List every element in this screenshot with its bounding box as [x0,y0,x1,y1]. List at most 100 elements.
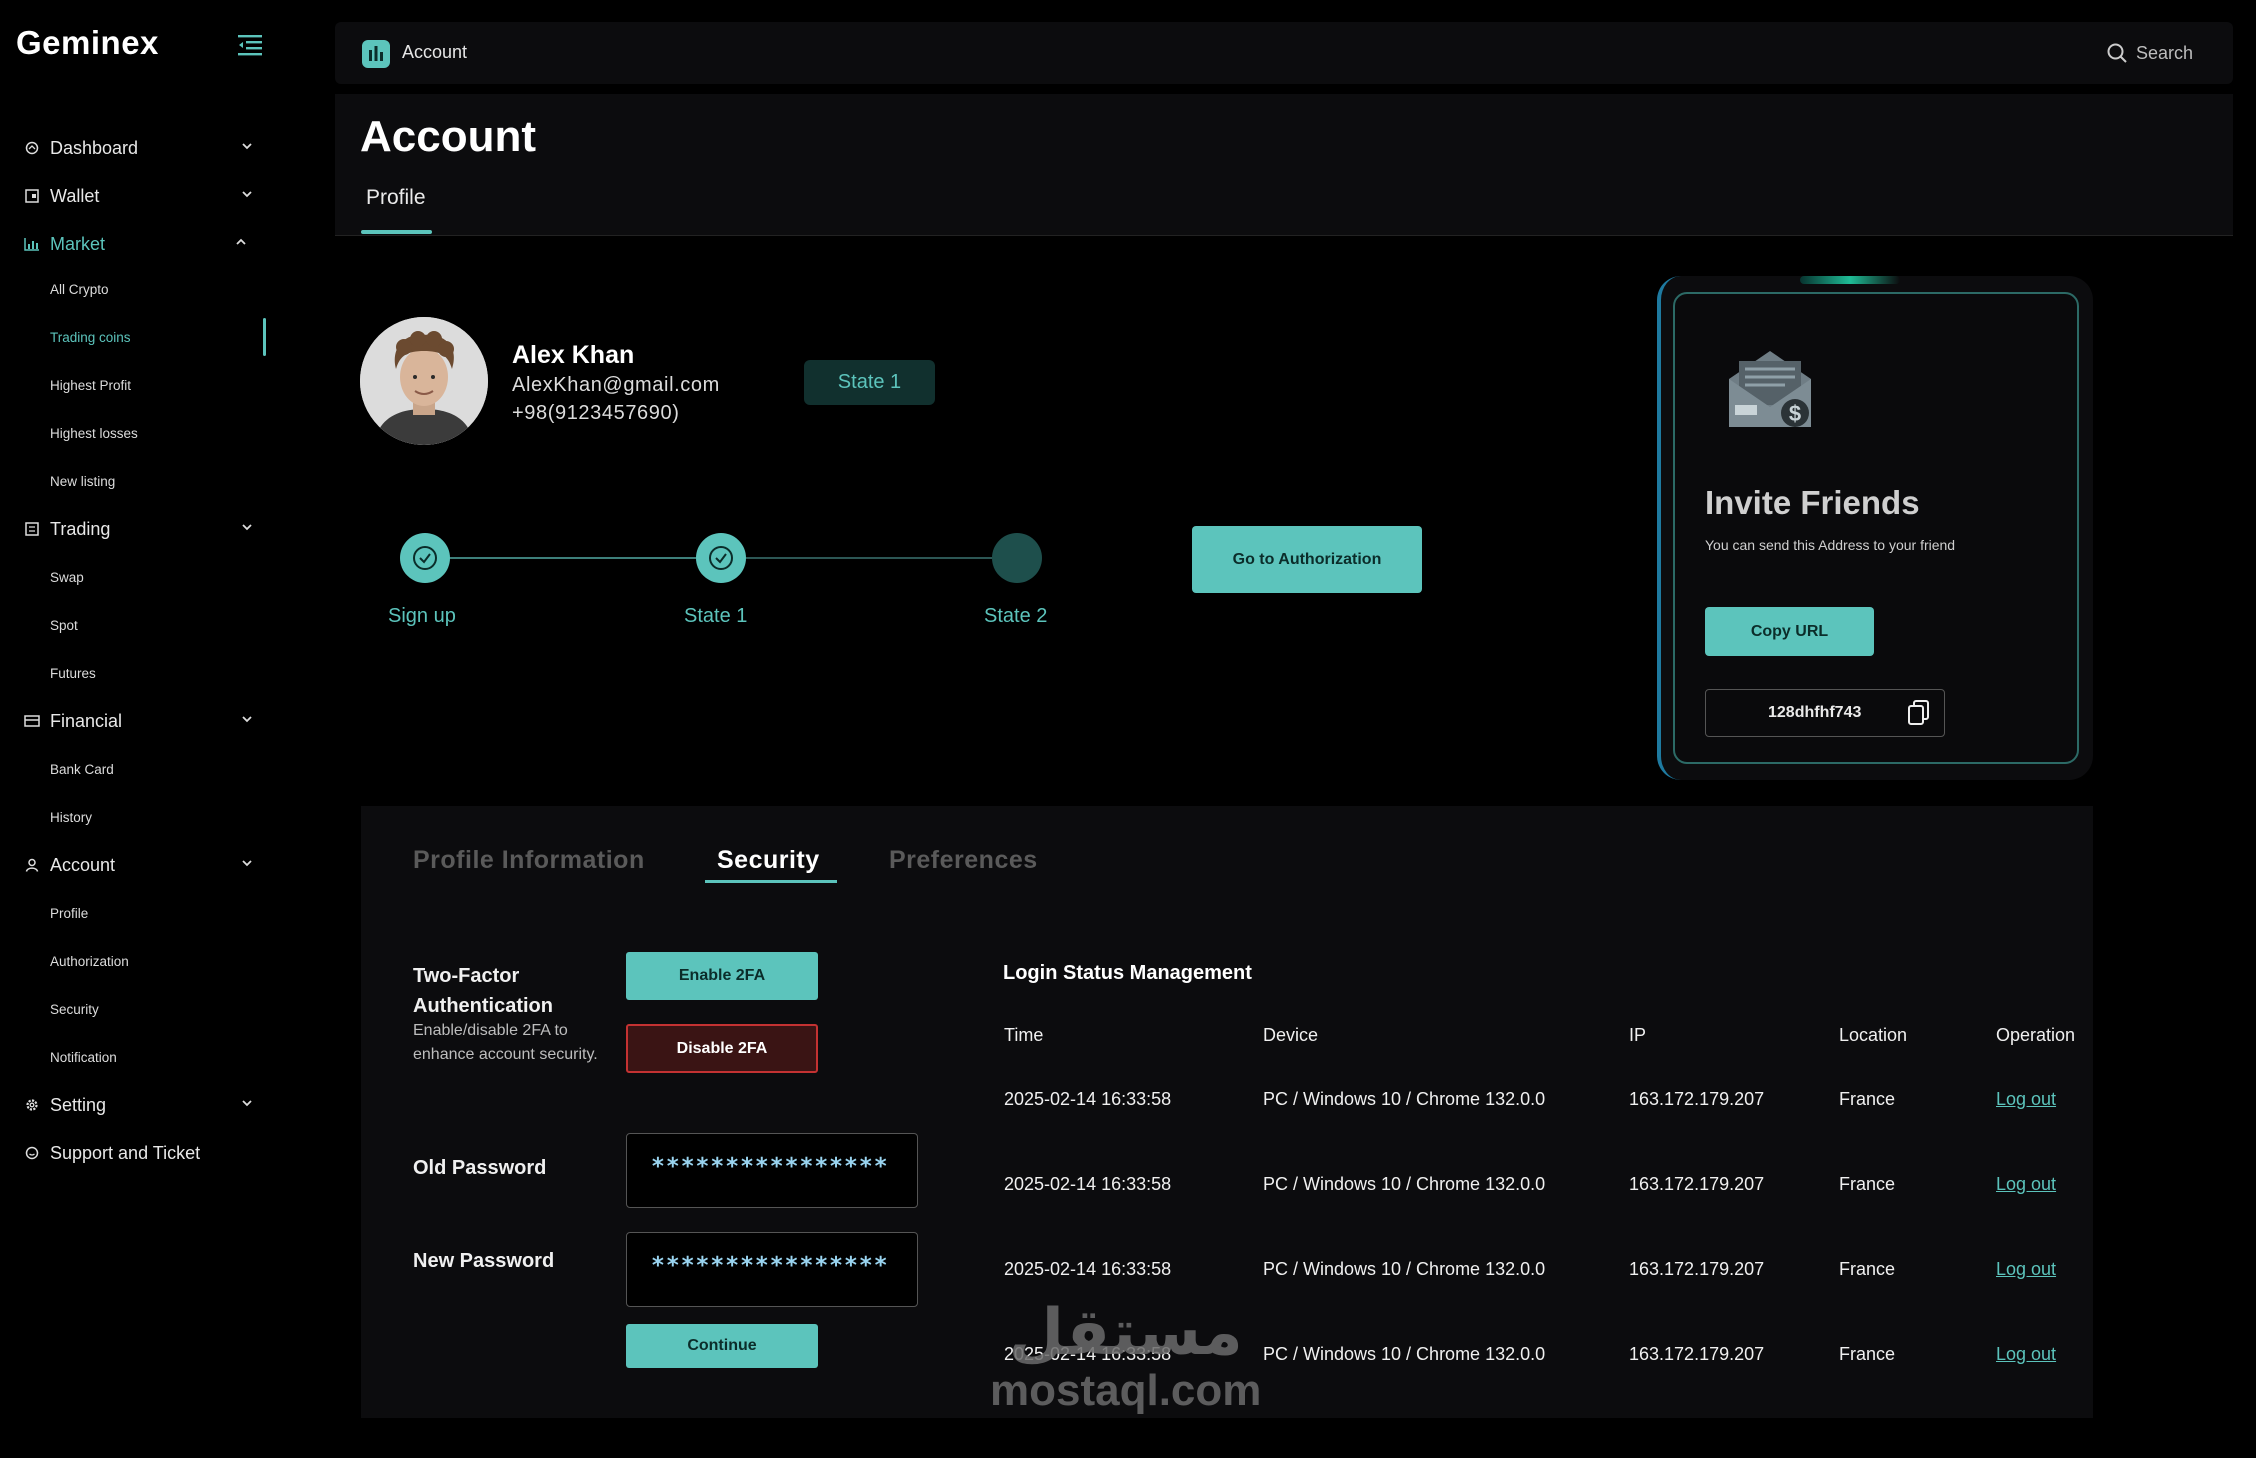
cell-location: France [1839,1089,1896,1109]
tab-underline [705,880,837,883]
go-to-authorization-button[interactable]: Go to Authorization [1192,526,1422,593]
log-out-link[interactable]: Log out [1996,1259,2056,1280]
two-factor-title: Two-Factor Authentication [413,965,553,1017]
sidebar-subitem-futures[interactable]: Futures [50,658,96,688]
support-icon [24,1145,40,1161]
cell-time: 2025-02-14 16:33:58 [1004,1174,1172,1194]
watermark-arabic: مستقل [1008,1296,1243,1370]
search-button[interactable]: Search [2106,42,2193,64]
chevron-down-icon [242,524,252,531]
sidebar-item-label: Account [50,854,116,875]
gear-icon [24,1097,40,1113]
active-indicator [263,318,266,356]
page-header [335,94,2233,236]
progress-line [721,557,992,559]
user-icon [24,857,40,873]
sidebar-subitem-spot[interactable]: Spot [50,610,78,640]
column-header-operation: Operation [1996,1025,2076,1045]
collapse-menu-icon[interactable] [238,34,266,56]
copy-icon[interactable] [1908,700,1930,726]
tab-underline [361,230,432,234]
two-factor-description: Enable/disable 2FA to enhance account se… [413,1022,598,1063]
cell-location: France [1839,1259,1896,1279]
enable-2fa-button[interactable]: Enable 2FA [626,952,818,1000]
watermark: مستقل mostaql.com [990,1298,1261,1414]
sidebar-subitem-authorization[interactable]: Authorization [50,946,129,976]
step-label: State 1 [684,605,748,627]
continue-button[interactable]: Continue [626,1324,818,1368]
card-icon [24,713,40,729]
chevron-down-icon [242,716,252,723]
chevron-up-icon [236,238,246,245]
cell-device: PC / Windows 10 / Chrome 132.0.0 [1263,1259,1546,1279]
cell-time: 2025-02-14 16:33:58 [1004,1089,1172,1109]
cell-device: PC / Windows 10 / Chrome 132.0.0 [1263,1174,1546,1194]
cell-time: 2025-02-14 16:33:58 [1004,1259,1172,1279]
cell-ip: 163.172.179.207 [1629,1344,1765,1364]
sidebar-item-market[interactable]: Market [24,224,264,264]
step-state-2 [992,533,1042,583]
sidebar-subitem-notification[interactable]: Notification [50,1042,117,1072]
cell-ip: 163.172.179.207 [1629,1174,1765,1194]
sidebar-item-trading[interactable]: Trading [24,509,264,549]
sidebar-subitem-all-crypto[interactable]: All Crypto [50,274,109,304]
sidebar-subitem-history[interactable]: History [50,802,92,832]
invite-title: Invite Friends [1705,484,1920,521]
sidebar-item-setting[interactable]: Setting [24,1085,264,1125]
column-header-time: Time [1004,1025,1044,1045]
sidebar-item-support[interactable]: Support and Ticket [24,1133,264,1173]
sidebar-subitem-security[interactable]: Security [50,994,99,1024]
avatar [360,317,488,445]
check-circle-icon [413,546,437,570]
column-header-ip: IP [1629,1025,1647,1045]
login-status-title: Login Status Management [1003,962,1252,984]
step-state-1 [696,533,746,583]
invite-subtitle: You can send this Address to your friend [1705,537,1956,553]
new-password-field[interactable]: **************** [626,1232,918,1307]
old-password-field[interactable]: **************** [626,1133,918,1208]
sidebar-subitem-bank-card[interactable]: Bank Card [50,754,114,784]
search-label: Search [2136,42,2194,63]
app-logo: Geminex [16,24,159,61]
log-out-link[interactable]: Log out [1996,1089,2056,1110]
sidebar-item-label: Wallet [50,185,100,206]
user-phone: +98(9123457690) [512,402,680,424]
log-out-link[interactable]: Log out [1996,1174,2056,1195]
state-badge: State 1 [804,360,935,405]
sidebar-subitem-swap[interactable]: Swap [50,562,84,592]
watermark-latin: mostaql.com [990,1366,1262,1415]
invite-card-accent [1800,276,1900,284]
trading-icon [24,521,40,537]
table-row: 2025-02-14 16:33:58 PC / Windows 10 / Ch… [1004,1089,2084,1115]
sidebar-subitem-highest-losses[interactable]: Highest losses [50,418,138,448]
sidebar-item-label: Setting [50,1094,107,1115]
tab-security[interactable]: Security [717,846,820,875]
sidebar-item-account[interactable]: Account [24,845,264,885]
step-label: Sign up [388,605,456,627]
cell-location: France [1839,1174,1896,1194]
chevron-down-icon [242,1100,252,1107]
dashboard-icon [24,140,40,156]
top-bar [335,22,2233,84]
svg-text:$: $ [1789,401,1801,426]
new-password-label: New Password [413,1250,555,1272]
column-header-location: Location [1839,1025,1908,1045]
sidebar-subitem-new-listing[interactable]: New listing [50,466,115,496]
sidebar-subitem-trading-coins[interactable]: Trading coins [50,322,131,352]
tab-preferences[interactable]: Preferences [889,846,1038,875]
cell-device: PC / Windows 10 / Chrome 132.0.0 [1263,1089,1546,1109]
sidebar-item-dashboard[interactable]: Dashboard [24,128,264,168]
user-email: AlexKhan@gmail.com [512,374,720,396]
sidebar-item-label: Trading [50,518,111,539]
sidebar-subitem-highest-profit[interactable]: Highest Profit [50,370,131,400]
sidebar-item-financial[interactable]: Financial [24,701,264,741]
top-bar-title: Account [402,42,468,62]
tab-profile-information[interactable]: Profile Information [413,846,645,875]
sidebar-item-wallet[interactable]: Wallet [24,176,264,216]
sidebar-subitem-profile[interactable]: Profile [50,898,88,928]
account-app-icon [362,40,390,68]
tab-profile[interactable]: Profile [366,186,426,210]
copy-url-button[interactable]: Copy URL [1705,607,1874,656]
disable-2fa-button[interactable]: Disable 2FA [626,1024,818,1073]
log-out-link[interactable]: Log out [1996,1344,2056,1365]
